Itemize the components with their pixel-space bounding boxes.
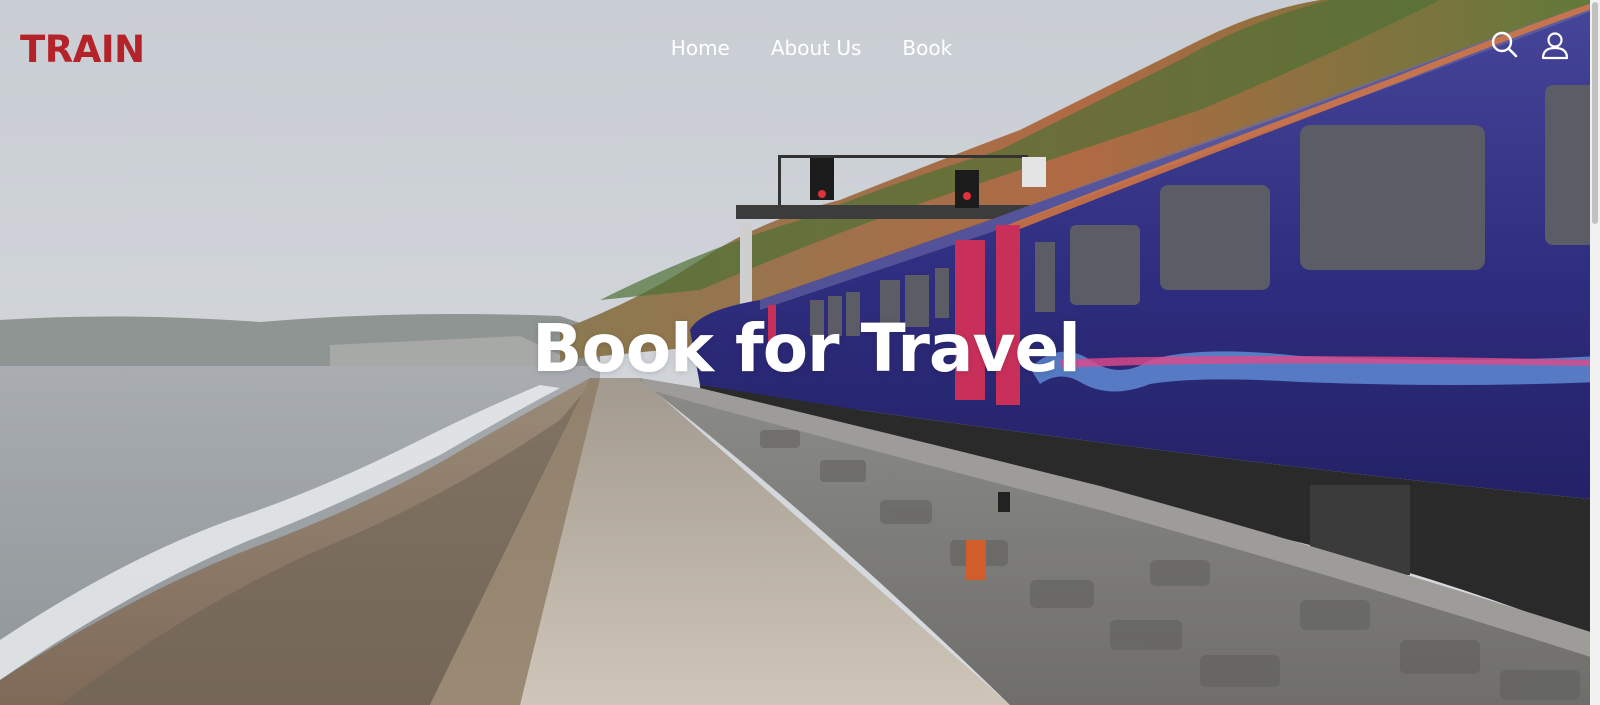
nav-link-about-us[interactable]: About Us [771,33,862,63]
hero-headline: Book for Travel [532,310,1081,387]
main-nav: Home About Us Book [0,33,1600,63]
search-icon[interactable] [1490,30,1520,60]
header: TRAIN Home About Us Book [0,0,1600,96]
scrollbar-thumb[interactable] [1592,2,1598,224]
page-scrollbar[interactable] [1590,0,1600,705]
user-icon[interactable] [1540,30,1570,60]
nav-link-home[interactable]: Home [671,33,730,63]
header-actions [1490,30,1570,60]
nav-link-book[interactable]: Book [902,33,952,63]
hero-section: TRAIN Home About Us Book Book for Travel [0,0,1600,705]
